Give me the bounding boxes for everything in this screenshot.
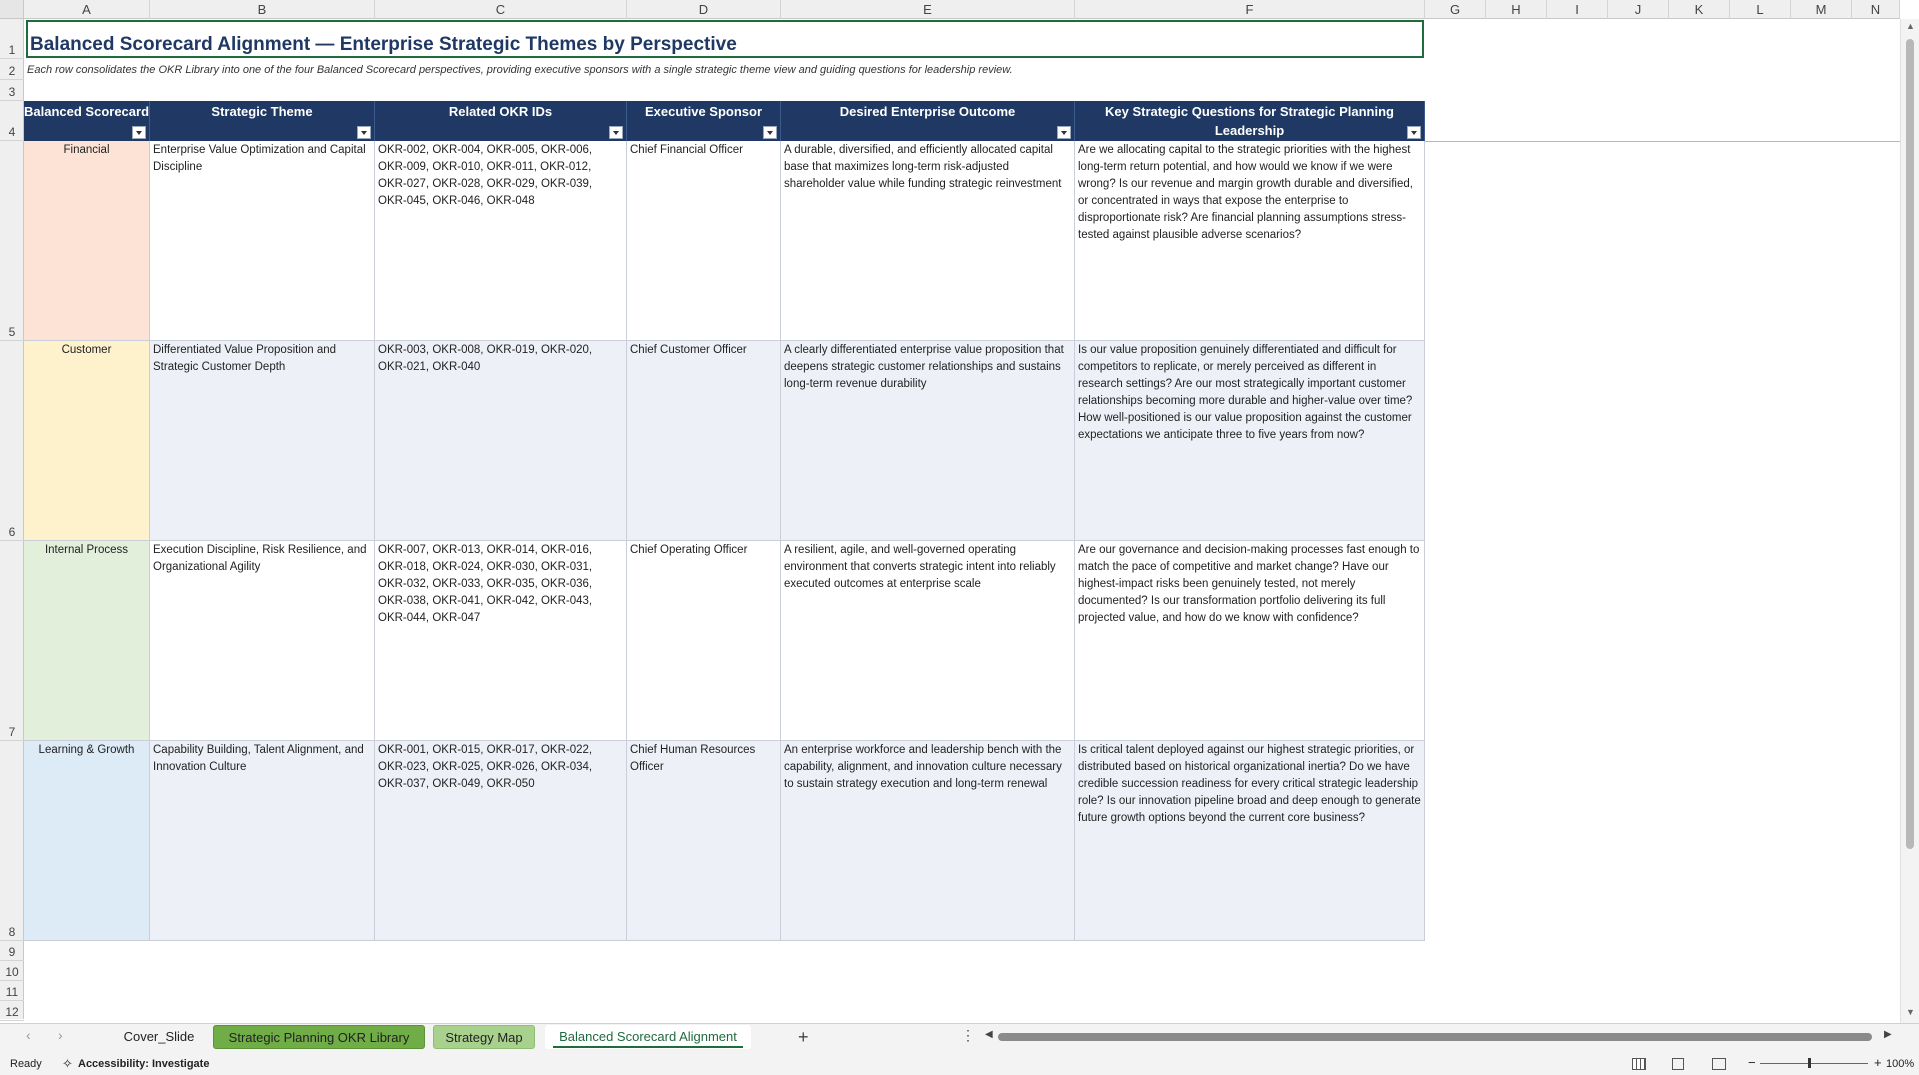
column-header-b[interactable]: B — [150, 0, 375, 19]
header-executive-sponsor[interactable]: Executive Sponsor — [627, 101, 781, 141]
tab-scroll-right-icon[interactable]: › — [58, 1027, 63, 1043]
filter-dropdown-icon[interactable] — [609, 126, 623, 139]
status-ready: Ready — [10, 1058, 42, 1070]
sheet-tab-okr-library[interactable]: Strategic Planning OKR Library — [213, 1025, 425, 1049]
accessibility-status[interactable]: Accessibility: Investigate — [78, 1058, 209, 1070]
column-header-g[interactable]: G — [1425, 0, 1486, 19]
column-header-n[interactable]: N — [1852, 0, 1900, 19]
column-header-d[interactable]: D — [627, 0, 781, 19]
sheet-tab-cover-slide[interactable]: Cover_Slide — [116, 1025, 202, 1049]
cell-strategic-theme[interactable]: Enterprise Value Optimization and Capita… — [150, 141, 375, 341]
filter-dropdown-icon[interactable] — [132, 126, 146, 139]
zoom-slider-thumb[interactable] — [1808, 1058, 1811, 1068]
cell-desired-outcome[interactable]: An enterprise workforce and leadership b… — [781, 741, 1075, 941]
header-strategic-theme[interactable]: Strategic Theme — [150, 101, 375, 141]
row-header-8[interactable]: 8 — [0, 741, 24, 941]
vertical-scroll-thumb[interactable] — [1906, 39, 1914, 849]
cell-okr-ids[interactable]: OKR-001, OKR-015, OKR-017, OKR-022, OKR-… — [375, 741, 627, 941]
row-header-9[interactable]: 9 — [0, 941, 24, 961]
row-header-6[interactable]: 6 — [0, 341, 24, 541]
column-header-e[interactable]: E — [781, 0, 1075, 19]
more-options-icon[interactable]: ⋮ — [961, 1027, 975, 1044]
active-tab-underline — [553, 1046, 743, 1048]
cell-desired-outcome[interactable]: A durable, diversified, and efficiently … — [781, 141, 1075, 341]
hscroll-right-icon[interactable]: ▶ — [1884, 1029, 1892, 1040]
tab-scroll-left-icon[interactable]: ‹ — [26, 1027, 31, 1043]
header-balanced-scorecard[interactable]: Balanced Scorecard — [24, 101, 150, 141]
row-header-1[interactable]: 1 — [0, 19, 24, 59]
zoom-out-icon[interactable]: − — [1748, 1055, 1756, 1070]
cell-okr-ids[interactable]: OKR-007, OKR-013, OKR-014, OKR-016, OKR-… — [375, 541, 627, 741]
select-all-corner[interactable] — [0, 0, 24, 19]
hscroll-left-icon[interactable]: ◀ — [985, 1029, 993, 1040]
row-header-5[interactable]: 5 — [0, 141, 24, 341]
filter-dropdown-icon[interactable] — [357, 126, 371, 139]
filter-dropdown-icon[interactable] — [1407, 126, 1421, 139]
status-bar: Ready ✧ Accessibility: Investigate − + 1… — [0, 1053, 1919, 1075]
column-header-a[interactable]: A — [24, 0, 150, 19]
column-header-k[interactable]: K — [1669, 0, 1730, 19]
page-break-view-icon[interactable] — [1712, 1058, 1726, 1070]
page-layout-view-icon[interactable] — [1672, 1058, 1684, 1070]
scroll-down-icon[interactable]: ▼ — [1906, 1007, 1915, 1017]
row-header-10[interactable]: 10 — [0, 961, 24, 981]
cell-executive-sponsor[interactable]: Chief Human Resources Officer — [627, 741, 781, 941]
column-header-j[interactable]: J — [1608, 0, 1669, 19]
cell-strategic-theme[interactable]: Capability Building, Talent Alignment, a… — [150, 741, 375, 941]
header-related-okr-ids[interactable]: Related OKR IDs — [375, 101, 627, 141]
cell-strategic-theme[interactable]: Differentiated Value Proposition and Str… — [150, 341, 375, 541]
sheet-subtitle[interactable]: Each row consolidates the OKR Library in… — [27, 64, 1013, 76]
row-header-12[interactable]: 12 — [0, 1001, 24, 1021]
scroll-up-icon[interactable]: ▲ — [1906, 21, 1915, 31]
filter-dropdown-icon[interactable] — [1057, 126, 1071, 139]
cell-desired-outcome[interactable]: A clearly differentiated enterprise valu… — [781, 341, 1075, 541]
cell-executive-sponsor[interactable]: Chief Operating Officer — [627, 541, 781, 741]
cell-okr-ids[interactable]: OKR-002, OKR-004, OKR-005, OKR-006, OKR-… — [375, 141, 627, 341]
header-key-questions[interactable]: Key Strategic Questions for Strategic Pl… — [1075, 101, 1425, 141]
cell-executive-sponsor[interactable]: Chief Financial Officer — [627, 141, 781, 341]
cell-perspective[interactable]: Customer — [24, 341, 150, 541]
cell-key-questions[interactable]: Is critical talent deployed against our … — [1075, 741, 1425, 941]
cell-key-questions[interactable]: Is our value proposition genuinely diffe… — [1075, 341, 1425, 541]
zoom-level[interactable]: 100% — [1886, 1058, 1914, 1070]
cell-perspective[interactable]: Learning & Growth — [24, 741, 150, 941]
vertical-scrollbar[interactable]: ▲ ▼ — [1900, 19, 1919, 1023]
cell-key-questions[interactable]: Are we allocating capital to the strateg… — [1075, 141, 1425, 341]
zoom-in-icon[interactable]: + — [1874, 1055, 1882, 1070]
column-header-c[interactable]: C — [375, 0, 627, 19]
row-header-3[interactable]: 3 — [0, 80, 24, 101]
header-desired-outcome[interactable]: Desired Enterprise Outcome — [781, 101, 1075, 141]
cell-perspective[interactable]: Financial — [24, 141, 150, 341]
row-header-4[interactable]: 4 — [0, 101, 24, 141]
row-header-11[interactable]: 11 — [0, 981, 24, 1001]
column-header-f[interactable]: F — [1075, 0, 1425, 19]
cell-perspective[interactable]: Internal Process — [24, 541, 150, 741]
accessibility-icon[interactable]: ✧ — [62, 1056, 73, 1072]
cell-okr-ids[interactable]: OKR-003, OKR-008, OKR-019, OKR-020, OKR-… — [375, 341, 627, 541]
column-header-h[interactable]: H — [1486, 0, 1547, 19]
cell-desired-outcome[interactable]: A resilient, agile, and well-governed op… — [781, 541, 1075, 741]
sheet-tab-strategy-map[interactable]: Strategy Map — [433, 1025, 535, 1049]
horizontal-scroll-thumb[interactable] — [998, 1033, 1872, 1041]
column-header-m[interactable]: M — [1791, 0, 1852, 19]
sheet-title[interactable]: Balanced Scorecard Alignment — Enterpris… — [26, 20, 1424, 58]
filter-dropdown-icon[interactable] — [763, 126, 777, 139]
cell-executive-sponsor[interactable]: Chief Customer Officer — [627, 341, 781, 541]
add-sheet-button[interactable]: + — [798, 1025, 809, 1049]
normal-view-icon[interactable] — [1632, 1058, 1646, 1070]
cell-strategic-theme[interactable]: Execution Discipline, Risk Resilience, a… — [150, 541, 375, 741]
column-header-l[interactable]: L — [1730, 0, 1791, 19]
sheet-tab-balanced-scorecard[interactable]: Balanced Scorecard Alignment — [545, 1025, 751, 1049]
row-header-2[interactable]: 2 — [0, 59, 24, 80]
row-header-7[interactable]: 7 — [0, 541, 24, 741]
cell-key-questions[interactable]: Are our governance and decision-making p… — [1075, 541, 1425, 741]
column-header-i[interactable]: I — [1547, 0, 1608, 19]
zoom-slider[interactable] — [1760, 1063, 1868, 1064]
